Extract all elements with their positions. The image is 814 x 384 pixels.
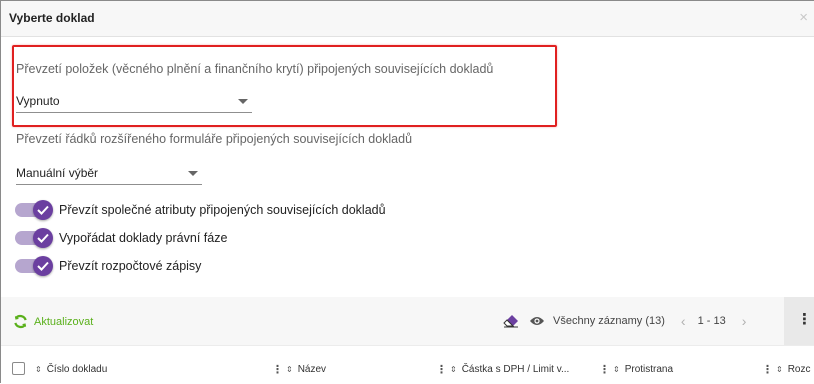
pager-prev-button[interactable]: ‹ <box>681 313 686 329</box>
check-icon <box>37 205 49 215</box>
sort-icon: ⇕ <box>286 364 293 374</box>
column-menu-icon[interactable]: ⋮ <box>599 363 610 376</box>
common-attributes-label: Převzít společné atributy připojených so… <box>59 203 386 217</box>
dialog-titlebar: Vyberte doklad × <box>1 1 814 37</box>
highlight-box <box>12 45 557 127</box>
refresh-label: Aktualizovat <box>34 315 94 328</box>
sort-icon: ⇕ <box>776 364 783 374</box>
rows-transfer-value: Manuální výběr <box>16 166 99 180</box>
check-icon <box>37 261 49 271</box>
column-label: Protistrana <box>624 364 674 375</box>
rows-transfer-label: Převzetí řádků rozšířeného formuláře při… <box>16 132 413 146</box>
items-transfer-select[interactable]: Vypnuto <box>16 89 252 113</box>
column-header-budget[interactable]: ⇕ Rozc <box>776 364 811 375</box>
toggle-knob <box>33 228 53 248</box>
toggle-knob <box>33 200 53 220</box>
settle-legal-phase-label: Vypořádat doklady právní fáze <box>59 231 228 245</box>
select-all-checkbox[interactable] <box>12 362 25 375</box>
column-label: Částka s DPH / Limit v... <box>461 364 570 375</box>
all-records-filter[interactable]: Všechny záznamy (13) <box>553 315 665 327</box>
more-options-button[interactable]: ⋮ <box>784 297 814 345</box>
pager-next-button[interactable]: › <box>742 313 747 329</box>
close-icon[interactable]: × <box>799 9 808 26</box>
dialog-title: Vyberte doklad <box>9 11 95 25</box>
column-header-name[interactable]: ⇕ Název <box>286 364 326 375</box>
grid-toolbar: Aktualizovat Všechny záznamy (13) ‹ 1 - … <box>1 297 814 345</box>
column-header-counterparty[interactable]: ⇕ Protistrana <box>613 364 673 375</box>
eye-icon[interactable] <box>529 315 545 327</box>
refresh-button[interactable]: Aktualizovat <box>13 314 93 329</box>
column-menu-icon[interactable]: ⋮ <box>436 363 447 376</box>
rows-transfer-select[interactable]: Manuální výběr <box>16 161 202 185</box>
sort-icon: ⇕ <box>450 364 457 374</box>
eraser-icon[interactable] <box>503 314 519 328</box>
sort-icon: ⇕ <box>35 364 42 374</box>
table-header-row: ⇕ Číslo dokladu ⋮ ⇕ Název ⋮ ⇕ Částka s D… <box>1 345 814 384</box>
toolbar-right: Všechny záznamy (13) ‹ 1 - 13 › <box>503 311 746 331</box>
check-icon <box>37 233 49 243</box>
budget-entries-toggle[interactable] <box>15 256 53 276</box>
refresh-icon <box>14 314 27 329</box>
toggle-row-budget-entries: Převzít rozpočtové zápisy <box>15 255 201 277</box>
column-header-document-number[interactable]: ⇕ Číslo dokladu <box>35 364 107 375</box>
toggle-knob <box>33 256 53 276</box>
common-attributes-toggle[interactable] <box>15 200 53 220</box>
more-vertical-icon: ⋮ <box>797 311 812 328</box>
column-menu-icon[interactable]: ⋮ <box>272 363 283 376</box>
budget-entries-label: Převzít rozpočtové zápisy <box>59 259 202 273</box>
column-label: Název <box>297 364 327 375</box>
column-label: Rozc <box>787 364 811 375</box>
column-label: Číslo dokladu <box>46 364 108 375</box>
column-header-amount[interactable]: ⇕ Částka s DPH / Limit v... <box>450 364 569 375</box>
chevron-down-icon <box>188 171 198 176</box>
toggle-row-settle-legal-phase: Vypořádat doklady právní fáze <box>15 227 227 249</box>
pager-info: 1 - 13 <box>697 315 726 327</box>
settle-legal-phase-toggle[interactable] <box>15 228 53 248</box>
sort-icon: ⇕ <box>613 364 620 374</box>
chevron-down-icon <box>238 99 248 104</box>
column-menu-icon[interactable]: ⋮ <box>762 363 773 376</box>
select-document-dialog: Vyberte doklad × Převzetí položek (věcné… <box>0 0 814 384</box>
items-transfer-label: Převzetí položek (věcného plnění a finan… <box>16 62 494 76</box>
items-transfer-value: Vypnuto <box>16 94 60 108</box>
toggle-row-common-attributes: Převzít společné atributy připojených so… <box>15 199 386 221</box>
